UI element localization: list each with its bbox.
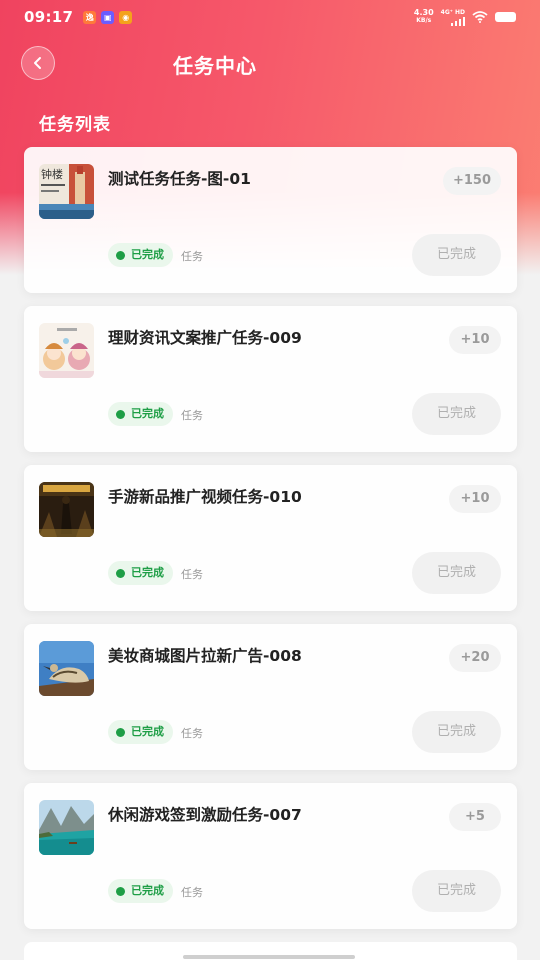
task-title: 手游新品推广视频任务-010 <box>108 488 302 506</box>
app-notification-icon: ▣ <box>101 10 115 24</box>
reward-badge: +20 <box>449 644 501 672</box>
notification-icons: 逸 ▣ ◉ <box>83 10 133 24</box>
completed-button[interactable]: 已完成 <box>412 552 501 594</box>
status-time: 09:17 <box>24 8 74 26</box>
status-label: 已完成 <box>131 407 164 420</box>
task-thumbnail-game-poster <box>39 482 94 537</box>
completed-button[interactable]: 已完成 <box>412 234 501 276</box>
task-thumbnail-bird <box>39 641 94 696</box>
status-dot-icon <box>116 886 125 896</box>
status-badge: 已完成 <box>108 879 173 903</box>
task-title: 美妆商城图片拉新广告-008 <box>108 647 302 665</box>
network-type: 4G⁺ HD <box>440 8 465 16</box>
task-card[interactable]: 理财资讯文案推广任务-009 +10 已完成 任务 已完成 <box>24 306 517 452</box>
task-list: 钟楼 测试任务任务-图-01 +150 已完成 任务 已完成 理财资讯文案推广任… <box>24 147 517 942</box>
task-tag: 任务 <box>181 886 203 899</box>
task-tag: 任务 <box>181 250 203 263</box>
task-tag: 任务 <box>181 568 203 581</box>
status-label: 已完成 <box>131 725 164 738</box>
task-thumbnail-anime-girls <box>39 323 94 378</box>
reward-badge: +150 <box>442 167 501 195</box>
app-notification-icon: 逸 <box>83 10 97 24</box>
status-badge: 已完成 <box>108 561 173 585</box>
task-thumbnail-clock-tower: 钟楼 <box>39 164 94 219</box>
task-tag: 任务 <box>181 727 203 740</box>
completed-button[interactable]: 已完成 <box>412 393 501 435</box>
system-status-icons: 4.30 KB/s 4G⁺ HD <box>414 9 516 26</box>
task-title: 测试任务任务-图-01 <box>108 170 251 188</box>
status-badge: 已完成 <box>108 243 173 267</box>
page-title: 任务中心 <box>173 54 257 78</box>
top-bar: 任务中心 <box>0 44 540 84</box>
task-title: 休闲游戏签到激励任务-007 <box>108 806 302 824</box>
status-label: 已完成 <box>131 248 164 261</box>
task-card[interactable]: 手游新品推广视频任务-010 +10 已完成 任务 已完成 <box>24 465 517 611</box>
status-dot-icon <box>116 250 125 260</box>
status-dot-icon <box>116 568 125 578</box>
task-card[interactable]: 美妆商城图片拉新广告-008 +20 已完成 任务 已完成 <box>24 624 517 770</box>
completed-button[interactable]: 已完成 <box>412 711 501 753</box>
completed-button[interactable]: 已完成 <box>412 870 501 912</box>
reward-badge: +10 <box>449 326 501 354</box>
home-indicator[interactable] <box>183 955 355 959</box>
status-badge: 已完成 <box>108 402 173 426</box>
section-title: 任务列表 <box>39 115 111 135</box>
status-dot-icon <box>116 409 125 419</box>
battery-icon <box>495 12 516 22</box>
weibo-notification-icon: ◉ <box>119 10 133 24</box>
status-label: 已完成 <box>131 884 164 897</box>
reward-badge: +10 <box>449 485 501 513</box>
reward-badge: +5 <box>449 803 501 831</box>
svg-text:钟楼: 钟楼 <box>41 167 63 181</box>
task-card[interactable]: 休闲游戏签到激励任务-007 +5 已完成 任务 已完成 <box>24 783 517 929</box>
status-badge: 已完成 <box>108 720 173 744</box>
net-speed: 4.30 KB/s <box>414 9 434 25</box>
status-label: 已完成 <box>131 566 164 579</box>
task-tag: 任务 <box>181 409 203 422</box>
cellular-group: 4G⁺ HD <box>441 9 465 26</box>
status-dot-icon <box>116 727 125 737</box>
task-thumbnail-lake <box>39 800 94 855</box>
signal-icon <box>450 16 465 26</box>
wifi-icon <box>472 11 488 23</box>
net-speed-unit: KB/s <box>416 17 432 24</box>
task-card[interactable]: 钟楼 测试任务任务-图-01 +150 已完成 任务 已完成 <box>24 147 517 293</box>
status-bar: 09:17 逸 ▣ ◉ 4.30 KB/s 4G⁺ HD <box>0 0 540 34</box>
net-speed-value: 4.30 <box>413 8 434 17</box>
task-title: 理财资讯文案推广任务-009 <box>108 329 302 347</box>
